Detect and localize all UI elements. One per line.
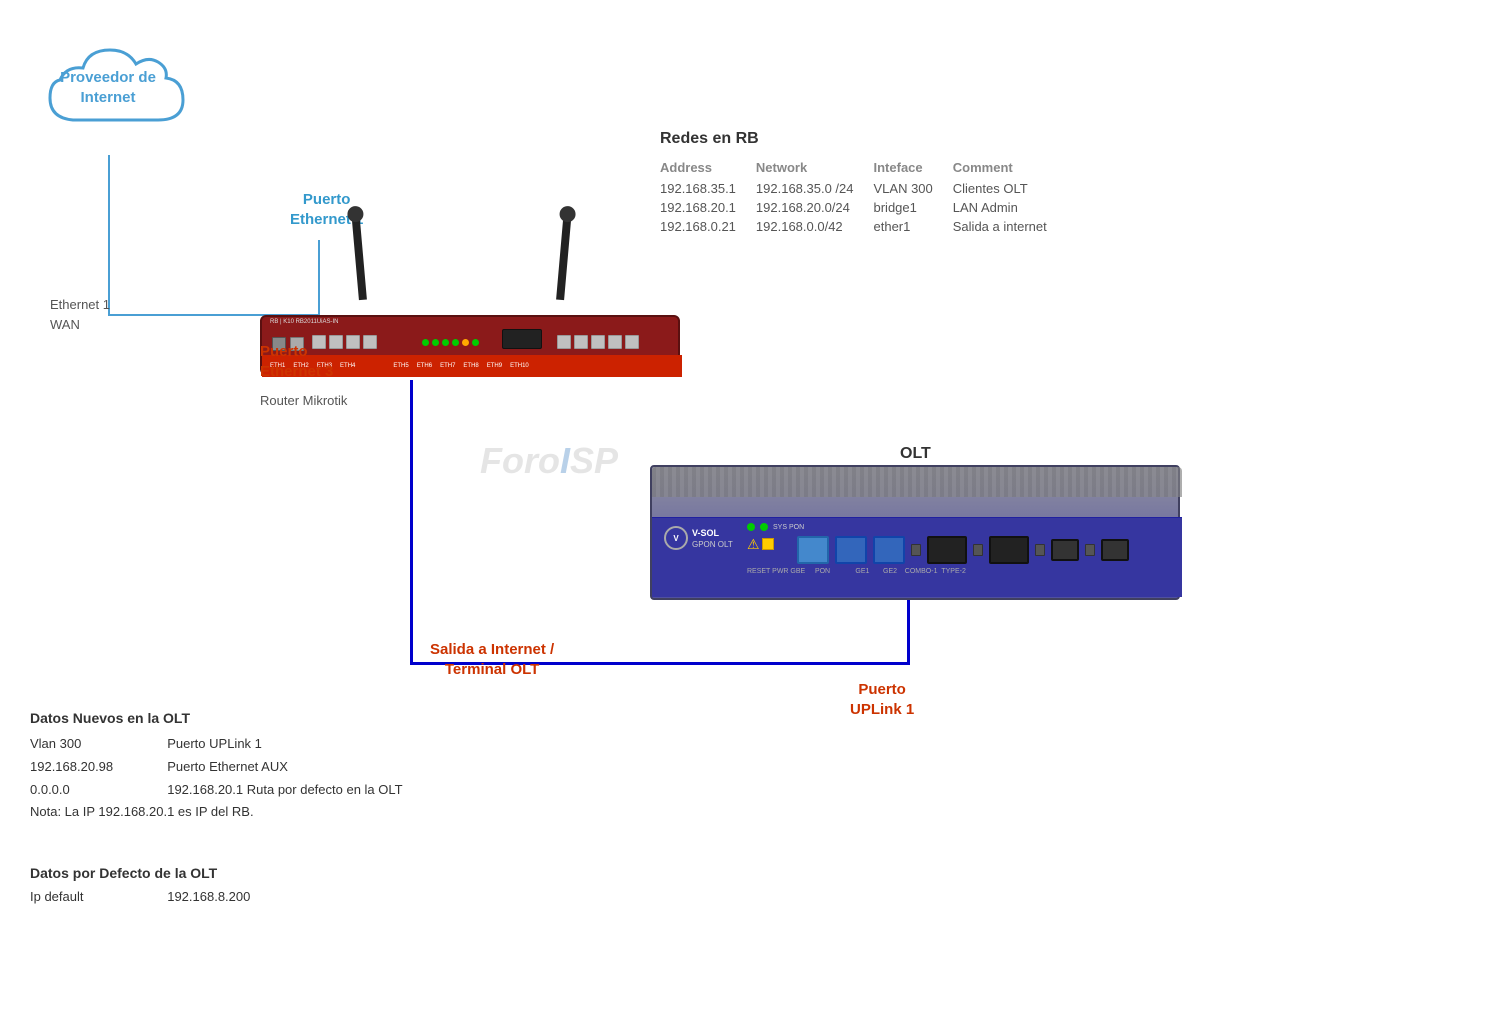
port-label-eth7: ETH7: [440, 363, 455, 369]
vsol-logo: V: [664, 526, 688, 550]
olt-small-port: [911, 544, 921, 556]
col-address-header: Address: [660, 158, 756, 179]
eth-port-4: [363, 335, 377, 349]
port-label-eth5: ETH5: [393, 363, 408, 369]
line-cloud-to-router: [108, 155, 110, 315]
datos-nuevos-row-0: Vlan 300 Puerto UPLink 1: [30, 734, 403, 755]
eth1-wan-label: Ethernet 1 WAN: [50, 295, 110, 334]
olt-port-labels: RESET PWR GBE PON GE1 GE2 COMBO-1 TYPE-2: [747, 568, 966, 575]
olt-body: V V-SOL GPON OLT SYS PON ⚠: [650, 465, 1180, 600]
redes-cell-interface-2: ether1: [874, 217, 953, 236]
router-rb-label: RB | K10 RB2011UiAS-IN: [270, 319, 338, 325]
port-label-eth8: ETH8: [463, 363, 478, 369]
redes-row-2: 192.168.0.21192.168.0.0/42ether1Salida a…: [660, 217, 1067, 236]
olt-pon-port2: [835, 536, 867, 564]
eth-port-r3: [591, 335, 605, 349]
olt-small-port3: [1035, 544, 1045, 556]
redes-en-rb-title: Redes en RB: [660, 130, 1067, 148]
col-interface-header: Inteface: [874, 158, 953, 179]
datos-defecto-row-0: Ip default 192.168.8.200: [30, 889, 250, 904]
datos-nuevos-title: Datos Nuevos en la OLT: [30, 710, 403, 726]
redes-cell-comment-0: Clientes OLT: [953, 179, 1067, 198]
gpon-label: GPON OLT: [692, 540, 733, 549]
datos-nuevos-section: Datos Nuevos en la OLT Vlan 300 Puerto U…: [30, 710, 403, 825]
redes-cell-address-1: 192.168.20.1: [660, 198, 756, 217]
port-label-eth6: ETH6: [417, 363, 432, 369]
led-6: [472, 339, 479, 346]
cloud-shape: Proveedor de Internet: [28, 30, 188, 160]
olt-small-port2: [973, 544, 983, 556]
col-network-header: Network: [756, 158, 874, 179]
puerto-uplink-label: Puerto UPLink 1: [850, 680, 914, 719]
led-3: [442, 339, 449, 346]
led-5: [462, 339, 469, 346]
olt-title: OLT: [900, 445, 931, 463]
eth-port-r1: [557, 335, 571, 349]
olt-warning-square: [762, 538, 774, 550]
cloud-label: Proveedor de Internet: [28, 68, 188, 107]
led-2: [432, 339, 439, 346]
redes-cell-comment-2: Salida a internet: [953, 217, 1067, 236]
router-screen: [502, 329, 542, 349]
olt-led-sys-label: SYS PON: [773, 524, 804, 531]
olt-ports: [797, 536, 1129, 564]
eth-port-r5: [625, 335, 639, 349]
olt-led-area: SYS PON: [747, 523, 804, 531]
olt-sfp2: [989, 536, 1029, 564]
redes-en-rb-table: Redes en RB Address Network Inteface Com…: [660, 130, 1067, 236]
redes-cell-network-1: 192.168.20.0/24: [756, 198, 874, 217]
line-router-to-olt-vertical: [410, 380, 413, 665]
datos-defecto-title: Datos por Defecto de la OLT: [30, 865, 250, 881]
olt-pon-port1: [797, 536, 829, 564]
eth-port-3: [346, 335, 360, 349]
redes-cell-network-0: 192.168.35.0 /24: [756, 179, 874, 198]
redes-row-0: 192.168.35.1192.168.35.0 /24VLAN 300Clie…: [660, 179, 1067, 198]
led-1: [422, 339, 429, 346]
datos-nuevos-nota: Nota: La IP 192.168.20.1 es IP del RB.: [30, 802, 403, 823]
olt-combo-port: [1051, 539, 1079, 561]
redes-row-1: 192.168.20.1192.168.20.0/24bridge1LAN Ad…: [660, 198, 1067, 217]
datos-nuevos-row-2: 0.0.0.0 192.168.20.1 Ruta por defecto en…: [30, 780, 403, 801]
olt-device: V V-SOL GPON OLT SYS PON ⚠: [650, 465, 1180, 615]
redes-cell-network-2: 192.168.0.0/42: [756, 217, 874, 236]
redes-cell-interface-0: VLAN 300: [874, 179, 953, 198]
datos-nuevos-row-1: 192.168.20.98 Puerto Ethernet AUX: [30, 757, 403, 778]
olt-led-sys: [747, 523, 755, 531]
eth-port-r4: [608, 335, 622, 349]
antenna-right: [556, 210, 572, 300]
olt-small-port4: [1085, 544, 1095, 556]
port-label-eth9: ETH9: [487, 363, 502, 369]
redes-cell-interface-1: bridge1: [874, 198, 953, 217]
datos-defecto-section: Datos por Defecto de la OLT Ip default 1…: [30, 865, 250, 906]
redes-cell-comment-1: LAN Admin: [953, 198, 1067, 217]
foroisp-watermark: ForoISP: [480, 440, 618, 482]
olt-led-pon: [760, 523, 768, 531]
antenna-left: [351, 210, 367, 300]
eth-port-r2: [574, 335, 588, 349]
olt-vents: [652, 467, 1182, 497]
router-mikrotik-label: Router Mikrotik: [260, 393, 347, 408]
port-label-eth4: ETH4: [340, 363, 355, 369]
port-label-eth10: ETH10: [510, 363, 529, 369]
olt-warning-icon: ⚠: [747, 536, 760, 553]
vsol-brand-label: V-SOL: [692, 528, 719, 538]
olt-blue-panel: V V-SOL GPON OLT SYS PON ⚠: [652, 517, 1182, 597]
led-4: [452, 339, 459, 346]
olt-pon-port3: [873, 536, 905, 564]
col-comment-header: Comment: [953, 158, 1067, 179]
redes-cell-address-0: 192.168.35.1: [660, 179, 756, 198]
puerto-eth3-label: Puerto Ethernet 3: [260, 342, 333, 381]
olt-sfp1: [927, 536, 967, 564]
salida-internet-label: Salida a Internet / Terminal OLT: [430, 640, 554, 679]
olt-type-port: [1101, 539, 1129, 561]
redes-cell-address-2: 192.168.0.21: [660, 217, 756, 236]
